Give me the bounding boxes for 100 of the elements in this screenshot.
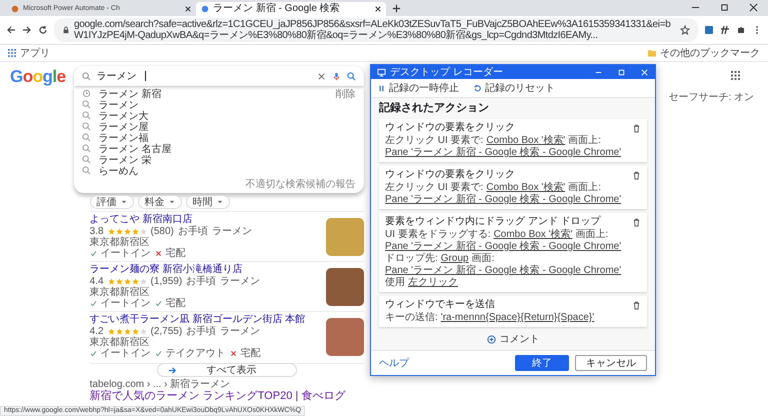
filter-chip[interactable]: 時間	[186, 195, 230, 209]
action-link[interactable]: Combo Box '検索'	[494, 229, 572, 241]
bookmark-link[interactable]: アプリ	[20, 46, 50, 60]
clear-icon[interactable]	[316, 72, 326, 80]
tab-favicon-icon	[201, 5, 209, 13]
search-icon	[82, 133, 91, 142]
suggestion-item[interactable]: ラーメン	[98, 98, 139, 112]
result-title-link[interactable]: 新宿で人気のラーメン ランキングTOP20 | 食べログ	[90, 390, 364, 403]
result-breadcrumb: tabelog.com › ... › 新宿ラーメン	[90, 379, 232, 390]
plus-circle-icon	[486, 334, 496, 344]
pause-recording-button[interactable]: 記録の一時停止	[377, 81, 459, 95]
place-address: 東京都新宿区	[90, 337, 150, 348]
place-category: ラーメン	[220, 276, 260, 287]
filter-chip[interactable]: 料金	[138, 195, 182, 209]
action-card[interactable]: ウィンドウでキーを送信 キーの送信: 'ra-mennn{Space}{Return}{Space}'	[379, 296, 647, 327]
report-link[interactable]: 不適切な検索候補の報告	[74, 176, 364, 191]
suggestion-item[interactable]: ラーメン 栄	[98, 152, 152, 166]
arrow-right-icon	[168, 366, 177, 374]
suggestion-item[interactable]: ラーメン 新宿	[98, 86, 162, 100]
close-tab-icon[interactable]	[375, 6, 381, 12]
address-field[interactable]: google.com/search?safe=active&rlz=1C1GCEU_jaJP856JP856&sxsrf=ALeKk03tZESuvTaT5_FuBVajcZ5BOAhEEw%3A1615359341331&ei=bW1IYJzPE4jM-QadupXwBA&q=ラーメン%E3%80%80新宿&oq=ラーメン%E3%80%80新宿&gs_lcp=Cgdnd3MtdzI6EAMy...	[54, 18, 698, 42]
safesearch-label[interactable]: セーフサーチ: オン	[668, 90, 754, 104]
action-link[interactable]: Group	[440, 253, 469, 265]
window-title: デスクトップ レコーダー	[390, 66, 503, 79]
action-link[interactable]: Pane 'ラーメン 新宿 - Google 検索 - Google Chrome'	[385, 265, 622, 277]
action-link[interactable]: Combo Box '検索'	[486, 182, 566, 194]
maximize-icon[interactable]	[617, 68, 626, 76]
place-name[interactable]: よってこや 新宿南口店	[90, 214, 192, 226]
browser-tab[interactable]: ラーメン 新宿 - Google 検索	[196, 2, 386, 16]
action-card[interactable]: ウィンドウの要素をクリック 左クリック UI 要素で: Combo Box '検索' 画面上: Pane 'ラーメン 新宿 - Google 検索 - Google Chrome'	[379, 119, 647, 162]
search-field[interactable]: ラーメン	[74, 66, 364, 86]
search-icon	[82, 144, 91, 153]
action-title: ウィンドウの要素をクリック	[385, 169, 515, 181]
pause-icon	[377, 84, 386, 92]
review-count: (580)	[150, 226, 174, 237]
microphone-icon[interactable]	[332, 72, 341, 80]
suggestion-item[interactable]: ラーメン大	[98, 108, 149, 122]
action-detail: UI 要素をドラッグする:	[385, 229, 491, 240]
place-name[interactable]: すごい煮干ラーメン凪 新宿ゴールデン街店 本館	[90, 314, 306, 326]
service-label: 宅配	[166, 248, 186, 259]
dropdown-arrow-icon	[216, 199, 223, 205]
filter-chip[interactable]: 評価	[90, 195, 134, 209]
add-comment-button[interactable]: コメント	[480, 331, 546, 347]
google-logo[interactable]: Google	[10, 67, 66, 87]
review-count: (2,755)	[150, 326, 182, 337]
rating-value: 4.4	[90, 276, 104, 287]
tab-favicon-icon	[11, 5, 19, 13]
place-name[interactable]: ラーメン麺の寮 新宿小滝橋通り店	[90, 264, 242, 276]
action-link[interactable]: Pane 'ラーメン 新宿 - Google 検索 - Google Chrome'	[385, 147, 622, 159]
action-link[interactable]: 左クリック	[408, 277, 458, 289]
service-label: イートイン	[100, 248, 151, 259]
suggestion-item[interactable]: ラーメン 名古屋	[98, 142, 172, 156]
close-icon[interactable]	[749, 3, 758, 12]
action-link[interactable]: 'ra-mennn{Space}{Return}{Space}'	[440, 312, 594, 324]
reset-recording-button[interactable]: 記録のリセット	[473, 81, 555, 95]
apps-grid-icon[interactable]	[731, 71, 740, 80]
search-icon	[82, 122, 91, 131]
back-icon[interactable]	[6, 25, 16, 35]
service-label: イートイン	[100, 298, 151, 309]
suggestion-item[interactable]: ラーメン屋	[98, 120, 149, 134]
delete-link[interactable]: 削除	[336, 86, 356, 100]
price-level: お手頃	[186, 326, 216, 337]
action-detail: 左クリック UI 要素で:	[385, 135, 484, 146]
action-link[interactable]: Combo Box '検索'	[486, 135, 566, 147]
show-all-button[interactable]: すべて表示	[156, 363, 297, 377]
action-title: ウィンドウでキーを送信	[385, 299, 495, 311]
dropdown-arrow-icon	[120, 199, 127, 205]
trash-icon[interactable]	[632, 300, 641, 310]
photo-placeholder	[326, 318, 364, 356]
action-card[interactable]: ウィンドウの要素をクリック 左クリック UI 要素で: Combo Box '検索' 画面上: Pane 'ラーメン 新宿 - Google 検索 - Google Chrome'	[379, 166, 647, 209]
section-heading: 記録されたアクション	[379, 101, 490, 115]
restore-icon[interactable]	[720, 3, 729, 12]
service-label: 宅配	[240, 348, 261, 359]
action-title: ウィンドウの要素をクリック	[385, 122, 515, 134]
suggestion-item[interactable]: ラーメン福	[98, 130, 149, 144]
bookmark-folder[interactable]: その他のブックマーク	[660, 46, 760, 60]
bookmark-star-icon[interactable]	[680, 25, 690, 35]
trash-icon[interactable]	[632, 170, 641, 180]
action-link[interactable]: Pane 'ラーメン 新宿 - Google 検索 - Google Chrome'	[385, 241, 622, 253]
help-link[interactable]: ヘルプ	[379, 356, 409, 370]
service-label: イートイン	[100, 348, 151, 359]
folder-icon	[648, 49, 656, 57]
trash-icon[interactable]	[632, 218, 641, 226]
cancel-button[interactable]: キャンセル	[575, 355, 647, 371]
action-title: 要素をウィンドウ内にドラッグ アンド ドロップ	[385, 216, 601, 228]
forward-icon[interactable]	[22, 25, 32, 35]
suggestion-item[interactable]: らーめん	[98, 164, 139, 178]
place-address: 東京都新宿区	[90, 237, 150, 248]
action-link[interactable]: Pane 'ラーメン 新宿 - Google 検索 - Google Chrome'	[385, 194, 622, 206]
close-tab-icon[interactable]	[185, 6, 191, 12]
service-label: テイクアウト	[166, 348, 226, 359]
trash-icon[interactable]	[632, 124, 641, 132]
search-icon[interactable]	[346, 72, 356, 80]
finish-button[interactable]: 終了	[515, 355, 569, 371]
action-card[interactable]: 要素をウィンドウ内にドラッグ アンド ドロップ UI 要素をドラッグする: Combo Box '検索' 画面上: Pane 'ラーメン 新宿 - Google 検索 - Google Chrome' ドロップ先: Group 画面: Pane 'ラーメン 新宿 - Google 検索 - Google Chrome' 使用 左クリック	[379, 213, 647, 292]
action-detail: 画面:	[472, 253, 494, 264]
apps-grid-icon[interactable]	[8, 49, 16, 57]
service-label: 宅配	[166, 298, 186, 309]
reload-icon[interactable]	[38, 25, 48, 35]
new-tab-icon[interactable]	[392, 4, 401, 13]
